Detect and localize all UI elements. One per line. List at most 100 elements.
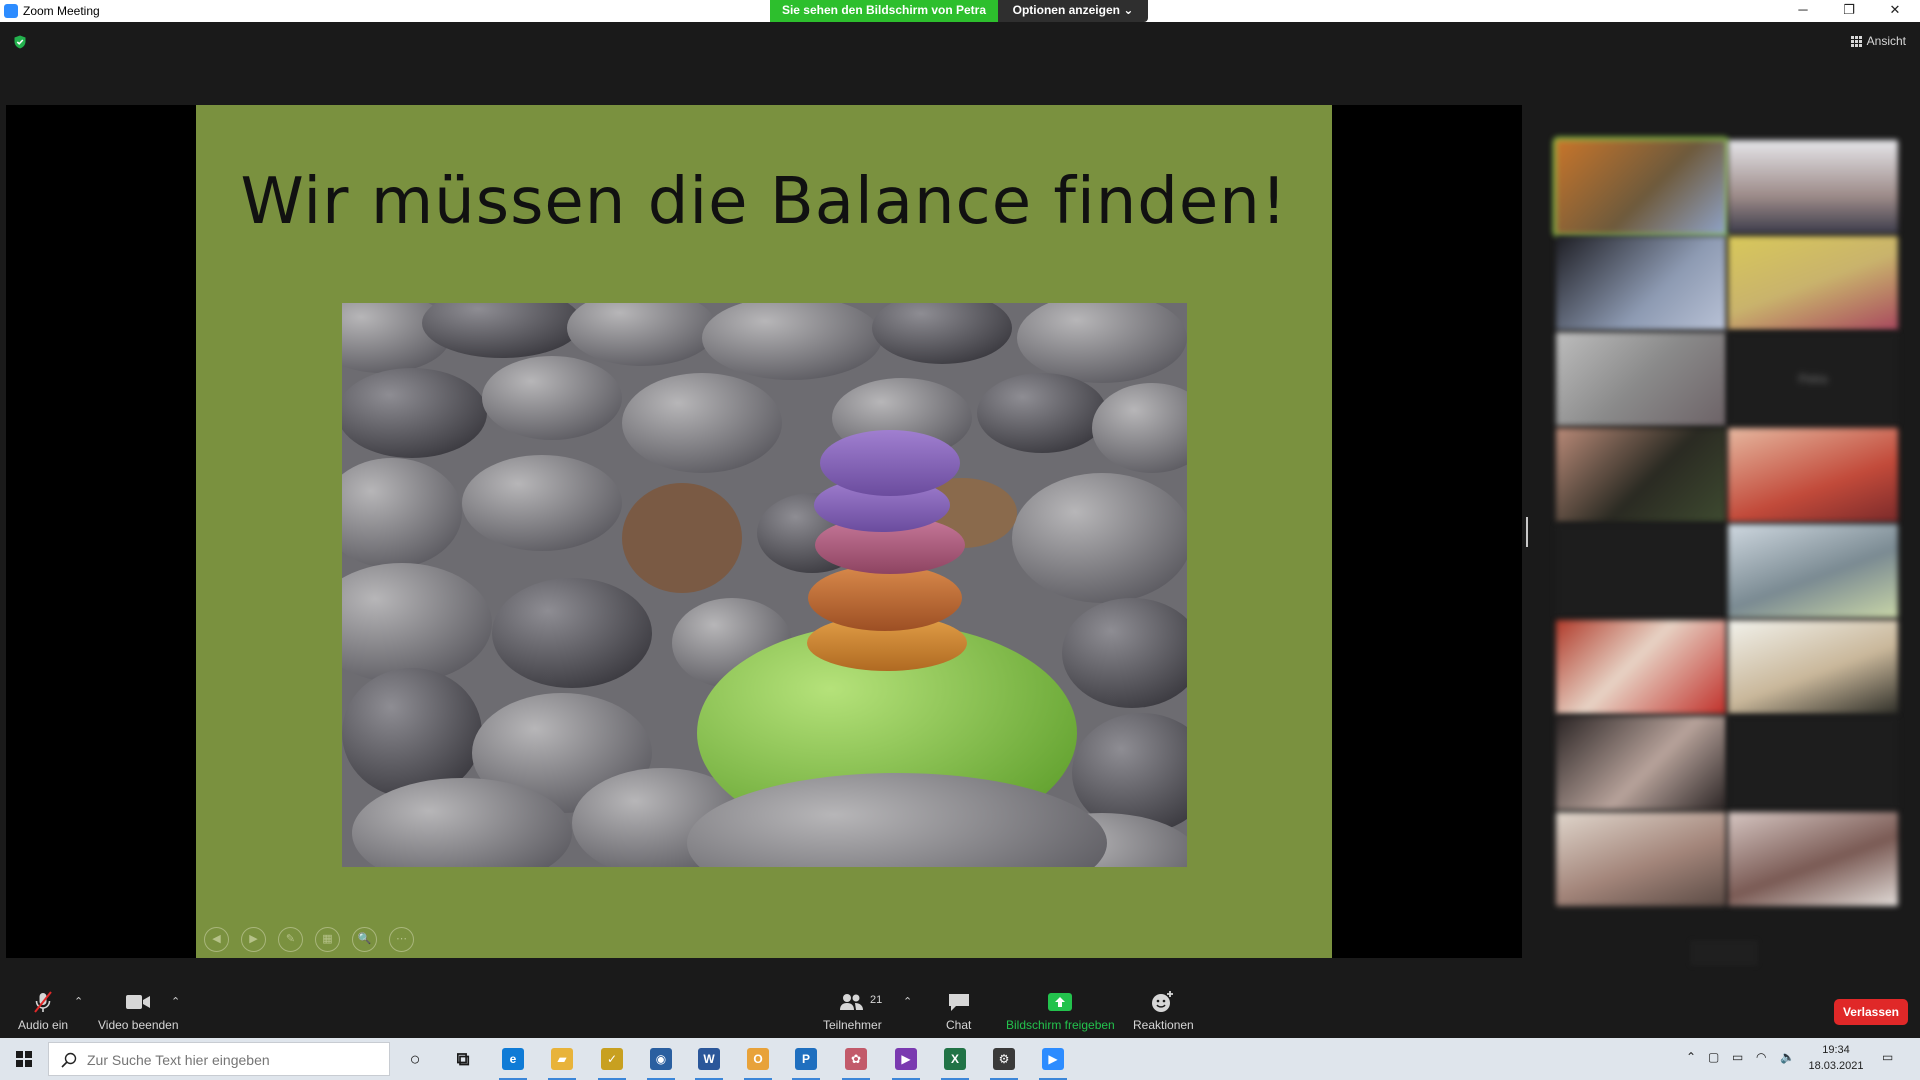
reactions-button[interactable]: Reaktionen <box>1133 988 1194 1032</box>
participant-tile[interactable] <box>1556 332 1726 426</box>
next-slide-button[interactable]: ▶ <box>241 927 266 952</box>
gallery-page-control[interactable] <box>1690 940 1758 966</box>
clock-time: 19:34 <box>1822 1044 1850 1056</box>
taskbar-app-button[interactable]: ▰ <box>544 1044 580 1080</box>
excel-icon: X <box>944 1048 966 1070</box>
pen-tool-button[interactable]: ✎ <box>278 927 303 952</box>
maximize-button[interactable]: ❐ <box>1826 0 1872 22</box>
participant-tile[interactable] <box>1553 137 1729 237</box>
video-camera-icon <box>125 988 151 1016</box>
panel-resize-handle[interactable] <box>1526 517 1528 547</box>
taskbar-app-button[interactable]: X <box>937 1044 973 1080</box>
presentation-controls: ◀ ▶ ✎ ▦ 🔍 ⋯ <box>204 927 414 952</box>
tray-overflow-icon[interactable]: ⌃ <box>1686 1050 1696 1064</box>
paint-app-icon: ✿ <box>845 1048 867 1070</box>
audio-label: Audio ein <box>18 1018 69 1032</box>
stone-cairn-image <box>342 303 1187 867</box>
tray-app-icon[interactable]: ▢ <box>1708 1050 1719 1064</box>
participant-tile[interactable] <box>1556 620 1726 714</box>
shield-check-icon[interactable] <box>13 35 27 49</box>
slide-title: Wir müssen die Balance finden! <box>240 165 1288 239</box>
outlook-icon: O <box>747 1048 769 1070</box>
meeting-area: Ansicht Wir müssen die Balance finden! ◀… <box>0 22 1920 984</box>
taskbar-app-button[interactable]: ▶ <box>1035 1044 1071 1080</box>
chat-label: Chat <box>946 1018 972 1032</box>
wifi-icon[interactable]: ◠ <box>1756 1050 1766 1064</box>
taskbar-clock[interactable]: 19:34 18.03.2021 <box>1808 1042 1864 1074</box>
taskbar-app-button[interactable]: O <box>740 1044 776 1080</box>
screen-share-banner: Sie sehen den Bildschirm von Petra <box>770 0 998 22</box>
windows-taskbar: ○ ⧉ e ▰ ✓ ◉ W O P ✿ ▶ X ⚙ ▶ ⌃ ▢ ▭ ◠ 🔈 19:34 18.03.202… <box>0 1038 1920 1080</box>
video-options-caret[interactable]: ⌃ <box>171 995 180 1008</box>
participants-icon <box>839 988 865 1016</box>
participant-tile[interactable] <box>1556 812 1726 906</box>
participant-tile[interactable] <box>1728 524 1898 618</box>
taskbar-app-button[interactable]: W <box>691 1044 727 1080</box>
reactions-label: Reaktionen <box>1133 1018 1194 1032</box>
participants-options-caret[interactable]: ⌃ <box>903 995 912 1008</box>
volume-icon[interactable]: 🔈 <box>1780 1050 1795 1064</box>
window-title: Zoom Meeting <box>23 4 100 18</box>
taskbar-app-button[interactable]: P <box>788 1044 824 1080</box>
participant-tile[interactable]: Petra <box>1728 332 1898 426</box>
search-icon <box>61 1052 77 1068</box>
participant-tile[interactable] <box>1728 428 1898 522</box>
view-options-button[interactable]: Optionen anzeigen ⌄ <box>998 0 1148 22</box>
search-input[interactable] <box>87 1050 377 1070</box>
chat-button[interactable]: Chat <box>946 988 971 1032</box>
zoom-app-icon <box>4 4 18 18</box>
video-button[interactable]: Video beenden <box>98 988 179 1032</box>
participant-tile[interactable] <box>1728 620 1898 714</box>
share-screen-icon <box>1047 988 1073 1016</box>
video-label: Video beenden <box>98 1018 179 1032</box>
more-options-button[interactable]: ⋯ <box>389 927 414 952</box>
shared-screen: Wir müssen die Balance finden! ◀ ▶ ✎ ▦ 🔍… <box>6 105 1522 958</box>
audio-options-caret[interactable]: ⌃ <box>74 995 83 1008</box>
minimize-button[interactable]: ─ <box>1780 0 1826 22</box>
participant-name: Petra <box>1798 372 1828 386</box>
settings-icon: ⚙ <box>993 1048 1015 1070</box>
smiley-plus-icon <box>1150 988 1176 1016</box>
taskbar-app-button[interactable]: ◉ <box>643 1044 679 1080</box>
grid-view-icon <box>1850 35 1862 47</box>
participants-label: Teilnehmer <box>823 1018 882 1032</box>
close-button[interactable]: ✕ <box>1872 0 1918 22</box>
taskbar-app-button[interactable]: ▶ <box>888 1044 924 1080</box>
clock-date: 18.03.2021 <box>1808 1060 1864 1072</box>
participant-tile[interactable] <box>1556 236 1726 330</box>
battery-icon[interactable]: ▭ <box>1732 1050 1743 1064</box>
previous-slide-button[interactable]: ◀ <box>204 927 229 952</box>
word-icon: W <box>698 1048 720 1070</box>
taskbar-app-button[interactable]: ✿ <box>838 1044 874 1080</box>
share-screen-label: Bildschirm freigeben <box>1006 1018 1115 1032</box>
notifications-icon[interactable]: ▭ <box>1882 1050 1893 1064</box>
participant-tile[interactable] <box>1728 716 1898 810</box>
audio-button[interactable]: Audio ein <box>18 988 68 1032</box>
participant-tile[interactable] <box>1728 812 1898 906</box>
taskbar-search[interactable] <box>48 1042 390 1076</box>
slide-overview-button[interactable]: ▦ <box>315 927 340 952</box>
taskbar-app-button[interactable]: ⧉ <box>445 1044 481 1074</box>
microphone-muted-icon <box>31 988 55 1016</box>
media-app-icon: ▶ <box>895 1048 917 1070</box>
taskbar-app-button[interactable]: e <box>495 1044 531 1080</box>
view-options-label: Optionen anzeigen <box>1012 3 1120 17</box>
windows-start-icon[interactable] <box>16 1051 32 1067</box>
participant-tile[interactable] <box>1556 524 1726 618</box>
participant-tile[interactable] <box>1556 428 1726 522</box>
presentation-slide: Wir müssen die Balance finden! ◀ ▶ ✎ ▦ 🔍… <box>196 105 1332 958</box>
participant-tile[interactable] <box>1556 716 1726 810</box>
taskbar-app-button[interactable]: ○ <box>397 1044 433 1074</box>
share-screen-button[interactable]: Bildschirm freigeben <box>1006 988 1115 1032</box>
task-view-icon: ⧉ <box>456 1049 470 1069</box>
file-explorer-icon: ▰ <box>551 1048 573 1070</box>
participant-tile[interactable] <box>1728 140 1898 234</box>
zoom-app-icon: ▶ <box>1042 1048 1064 1070</box>
todo-app-icon: ✓ <box>601 1048 623 1070</box>
participant-tile[interactable] <box>1728 236 1898 330</box>
taskbar-app-button[interactable]: ✓ <box>594 1044 630 1080</box>
view-button[interactable]: Ansicht <box>1850 34 1906 48</box>
taskbar-app-button[interactable]: ⚙ <box>986 1044 1022 1080</box>
leave-meeting-button[interactable]: Verlassen <box>1834 999 1908 1025</box>
zoom-tool-button[interactable]: 🔍 <box>352 927 377 952</box>
